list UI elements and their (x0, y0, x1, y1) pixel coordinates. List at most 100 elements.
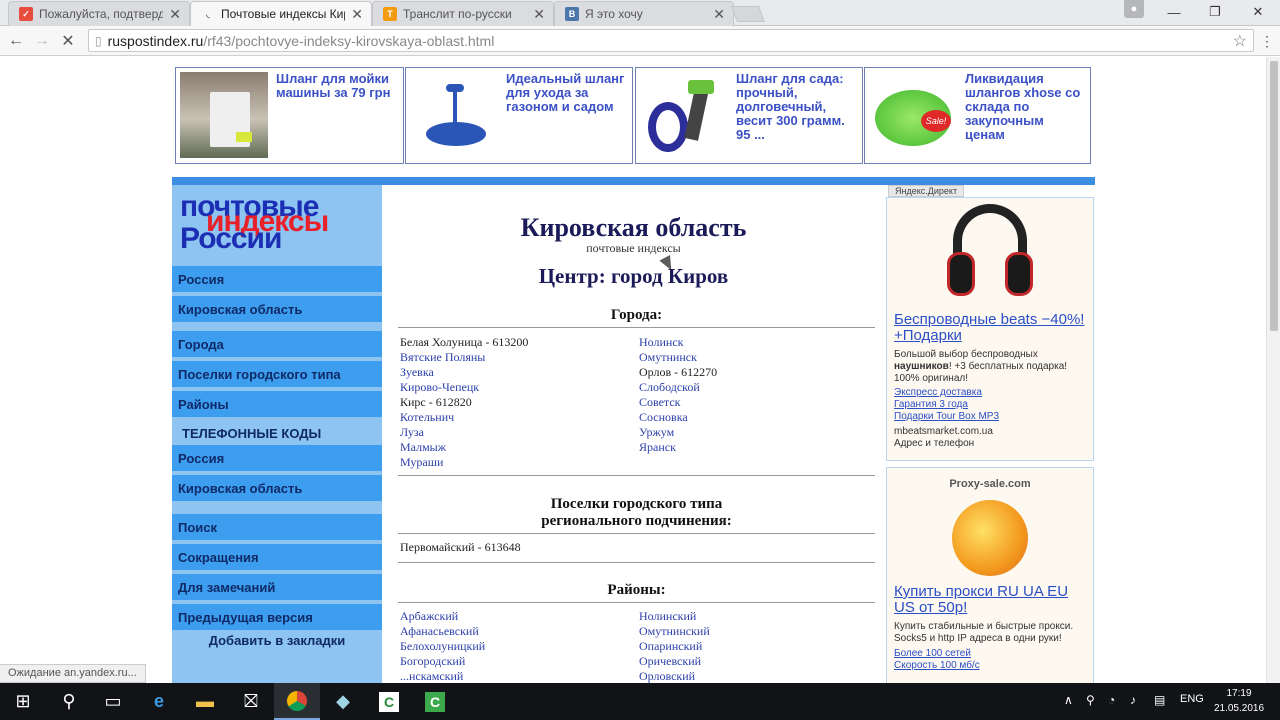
district-item[interactable]: ...нскамский (400, 669, 485, 683)
proxy-image: Proxy-sale.com (938, 478, 1042, 578)
city-item[interactable]: Кирово-Чепецк (400, 380, 528, 395)
city-item[interactable]: Котельнич (400, 410, 528, 425)
headphones-ad-title[interactable]: Беспроводные beats −40%! +Подарки (894, 312, 1086, 344)
sidebar-item-previous-version[interactable]: Предыдущая версия (172, 604, 382, 630)
city-item[interactable]: Яранск (639, 440, 717, 455)
city-item[interactable]: Слободской (639, 380, 717, 395)
proxy-link-networks[interactable]: Более 100 сетей (894, 648, 1086, 660)
start-windows-icon[interactable]: ⊞ (0, 683, 46, 720)
city-item[interactable]: Вятские Поляны (400, 350, 528, 365)
task-view-icon[interactable]: ▭ (90, 683, 136, 720)
proxy-ad[interactable]: Proxy-sale.com Купить прокси RU UA EU US… (886, 467, 1094, 683)
city-item[interactable]: Луза (400, 425, 528, 440)
city-item[interactable]: Малмыж (400, 440, 528, 455)
sidebar-item-russia[interactable]: Россия (172, 266, 382, 292)
stop-icon[interactable]: ✕ (57, 30, 79, 52)
sidebar-item-search[interactable]: Поиск (172, 514, 382, 540)
spray-gun-image (640, 72, 728, 158)
site-logo[interactable]: почтовые индексы России (180, 192, 374, 257)
divider (398, 475, 875, 476)
forward-icon[interactable]: → (31, 30, 53, 52)
status-bubble: Ожидание an.yandex.ru... (0, 664, 146, 683)
store-icon[interactable]: ⛝ (228, 683, 274, 720)
close-window-icon[interactable]: ✕ (1238, 2, 1278, 22)
scroll-thumb[interactable] (1270, 61, 1278, 331)
minimize-icon[interactable]: — (1154, 2, 1194, 22)
address-bar[interactable]: ▯ ruspostindex.ru/rf43/pochtovye-indeksy… (88, 29, 1254, 52)
top-ad-1[interactable]: Шланг для мойки машины за 79 грн (175, 67, 404, 164)
sidebar-item-phone-russia[interactable]: Россия (172, 445, 382, 471)
districts-heading: Районы: (398, 582, 875, 603)
top-ad-text: Ликвидация шлангов xhose со склада по за… (965, 71, 1081, 142)
search-icon[interactable]: ⚲ (46, 683, 92, 720)
sidebar-item-phone-kirov[interactable]: Кировская область (172, 475, 382, 501)
sidebar-item-feedback[interactable]: Для замечаний (172, 574, 382, 600)
district-item[interactable]: Арбажский (400, 609, 485, 624)
ad-link-warranty[interactable]: Гарантия 3 года (894, 399, 1086, 411)
back-icon[interactable]: ← (5, 30, 27, 52)
sidebar-item-abbreviations[interactable]: Сокращения (172, 544, 382, 570)
proxy-link-speed[interactable]: Скорость 100 мб/с (894, 660, 1086, 672)
url-host: ruspostindex.ru (107, 32, 204, 49)
city-item[interactable]: Советск (639, 395, 717, 410)
yandex-direct-ads: Яндекс.Директ Беспроводные beats −40%! +… (885, 185, 1095, 683)
district-item[interactable]: Богородский (400, 654, 485, 669)
city-item[interactable]: Сосновка (639, 410, 717, 425)
app-icon[interactable]: ◆ (320, 683, 366, 720)
tray-language[interactable]: ENG (1180, 693, 1204, 705)
cities-list-left: Белая Холуница - 613200 Вятские Поляны Зуе… (400, 335, 528, 470)
restore-icon[interactable]: ❐ (1195, 2, 1235, 22)
bookmark-star-icon[interactable]: ☆ (1233, 31, 1247, 51)
sidebar-item-settlements[interactable]: Поселки городского типа (172, 361, 382, 387)
ad-link-gifts[interactable]: Подарки Tour Box MP3 (894, 411, 1086, 423)
chrome-icon[interactable] (274, 683, 320, 720)
tray-notification-icon[interactable]: ▤ (1154, 693, 1165, 707)
tab-3[interactable]: Т Транслит по-русски ✕ (372, 1, 554, 26)
close-tab-icon[interactable]: ✕ (351, 6, 363, 23)
city-item[interactable]: Зуевка (400, 365, 528, 380)
ad-link-delivery[interactable]: Экспресс доставка (894, 387, 1086, 399)
top-ad-3[interactable]: Шланг для сада: прочный, долговечный, ве… (635, 67, 863, 164)
page-scrollbar[interactable] (1266, 57, 1280, 683)
tray-volume-icon[interactable]: ♪ (1130, 693, 1136, 707)
edge-icon[interactable]: e (136, 683, 182, 720)
district-item[interactable]: Нолинский (639, 609, 710, 624)
camtasia-recorder-icon[interactable]: C (412, 683, 458, 720)
tray-network-icon[interactable]: ⚲ (1086, 693, 1095, 707)
new-tab-button[interactable] (731, 6, 765, 22)
district-item[interactable]: Орловский (639, 669, 710, 683)
close-tab-icon[interactable]: ✕ (713, 6, 725, 23)
district-item[interactable]: Омутнинский (639, 624, 710, 639)
tab-1[interactable]: ✓ Пожалуйста, подтверди ✕ (8, 1, 190, 26)
file-explorer-icon[interactable]: ▬ (182, 683, 228, 720)
close-tab-icon[interactable]: ✕ (533, 6, 545, 23)
sidebar-item-districts[interactable]: Районы (172, 391, 382, 417)
tab-strip: ✓ Пожалуйста, подтверди ✕ ◟ Почтовые инд… (0, 0, 1280, 26)
tray-clock[interactable]: 17:19 21.05.2016 (1212, 686, 1266, 716)
camtasia-icon[interactable]: C (366, 683, 412, 720)
sidebar-item-cities[interactable]: Города (172, 331, 382, 357)
tray-wifi-icon[interactable]: ◔ (1108, 693, 1115, 707)
top-ad-4[interactable]: Sale! Ликвидация шлангов xhose со склада… (864, 67, 1091, 164)
district-item[interactable]: Белохолуницкий (400, 639, 485, 654)
tab-2[interactable]: ◟ Почтовые индексы Киро ✕ (190, 1, 372, 26)
sidebar-item-kirov-region[interactable]: Кировская область (172, 296, 382, 322)
proxy-ad-title[interactable]: Купить прокси RU UA EU US от 50р! (894, 584, 1086, 616)
tab-4[interactable]: В Я это хочу ✕ (554, 1, 734, 26)
city-item[interactable]: Нолинск (639, 335, 717, 350)
close-tab-icon[interactable]: ✕ (169, 6, 181, 23)
ad-contact[interactable]: Адрес и телефон (894, 438, 1086, 450)
profile-icon[interactable]: ● (1124, 0, 1144, 18)
headphones-ad[interactable]: Беспроводные beats −40%! +Подарки Большо… (886, 197, 1094, 461)
district-item[interactable]: Афанасьевский (400, 624, 485, 639)
district-item[interactable]: Оричевский (639, 654, 710, 669)
menu-icon[interactable]: ⋮ (1256, 30, 1278, 52)
top-ad-2[interactable]: Идеальный шланг для ухода за газоном и с… (405, 67, 633, 164)
district-item[interactable]: Опаринский (639, 639, 710, 654)
tray-expand-icon[interactable]: ∧ (1064, 693, 1073, 707)
ad-domain[interactable]: mbeatsmarket.com.ua (894, 426, 1086, 438)
city-item[interactable]: Омутнинск (639, 350, 717, 365)
city-item[interactable]: Уржум (639, 425, 717, 440)
city-item[interactable]: Мураши (400, 455, 528, 470)
add-bookmark-link[interactable]: Добавить в закладки (172, 633, 382, 648)
